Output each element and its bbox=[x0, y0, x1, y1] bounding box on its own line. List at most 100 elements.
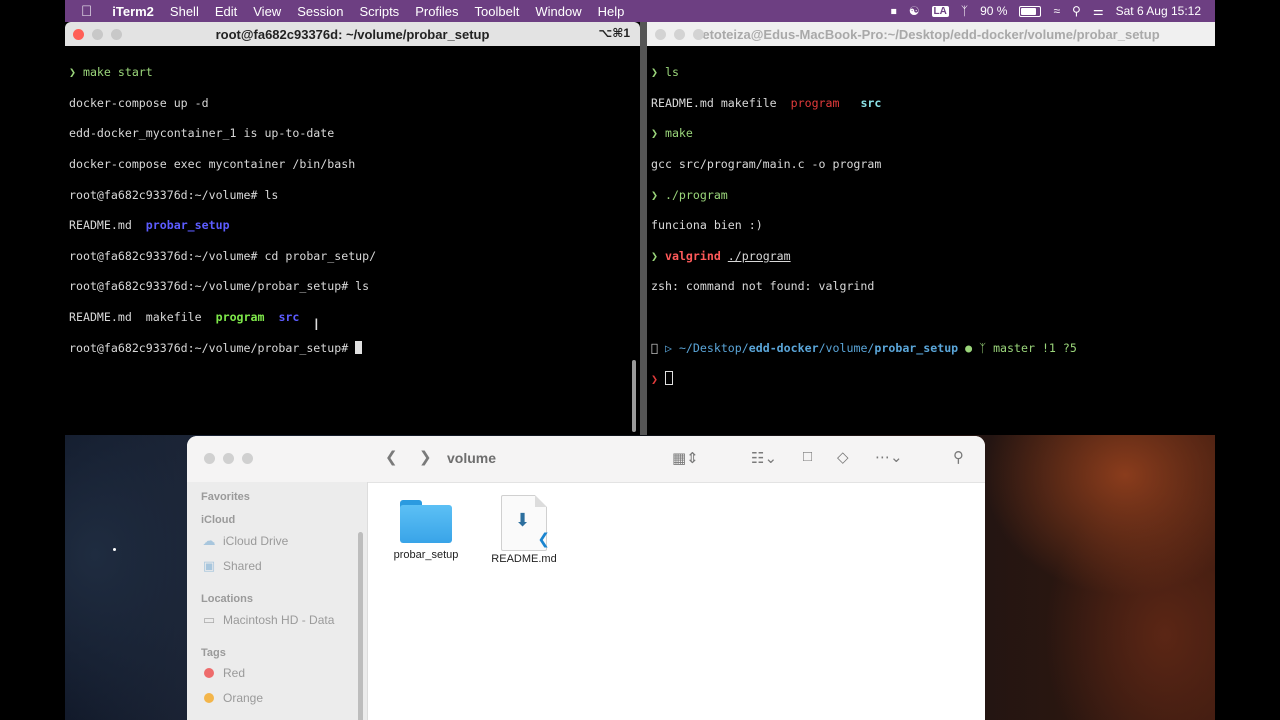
disk-icon: ▭ bbox=[202, 612, 216, 627]
file-readme: README.md bbox=[651, 95, 714, 110]
file-name: README.md bbox=[491, 553, 557, 565]
input-source-icon[interactable]: LA bbox=[931, 5, 949, 17]
terminal-line: edd-docker_mycontainer_1 is up-to-date bbox=[69, 126, 335, 141]
record-stop-icon[interactable]: ⏹ bbox=[891, 4, 897, 19]
bluetooth-icon[interactable]: ᛉ bbox=[961, 4, 968, 18]
terminal-right-output[interactable]: ❯ ls README.md makefile program src ❯ ma… bbox=[647, 46, 1215, 417]
terminal-line: README.md probar_setup bbox=[69, 218, 636, 233]
menu-datetime[interactable]: Sat 6 Aug 15:12 bbox=[1116, 4, 1201, 18]
terminal-right-titlebar[interactable]: etoteiza@Edus-MacBook-Pro:~/Desktop/edd-… bbox=[647, 22, 1215, 46]
back-icon[interactable]: ❮ bbox=[385, 448, 398, 466]
tag-orange-dot-icon bbox=[204, 693, 214, 703]
group-icon[interactable]: ☷⌄ bbox=[751, 449, 777, 467]
terminal-left-title: root@fa682c93376d: ~/volume/probar_setup bbox=[215, 26, 490, 42]
git-branch-icon: ᛉ bbox=[979, 340, 987, 355]
minimize-button[interactable] bbox=[223, 453, 234, 464]
folder-icon bbox=[398, 497, 454, 543]
sidebar-item-icloud-drive[interactable]: ☁ iCloud Drive bbox=[201, 533, 289, 549]
menu-help[interactable]: Help bbox=[590, 4, 633, 19]
tag-icon[interactable]: ◇ bbox=[837, 448, 849, 466]
search-icon[interactable]: ⚲ bbox=[1072, 4, 1081, 18]
terminal-line: root@fa682c93376d:~/volume/probar_setup# bbox=[69, 340, 636, 356]
sidebar-item-macintosh-hd[interactable]: ▭ Macintosh HD - Data bbox=[201, 612, 335, 628]
menu-shell[interactable]: Shell bbox=[162, 4, 207, 19]
share-icon[interactable]: □ bbox=[803, 448, 812, 465]
menu-app-name[interactable]: iTerm2 bbox=[104, 4, 162, 19]
file-item-probar-setup[interactable]: probar_setup bbox=[386, 497, 466, 561]
markdown-document-icon: ⬇ ❮ bbox=[501, 495, 550, 551]
minimize-button[interactable] bbox=[92, 29, 103, 40]
terminal-scrollbar[interactable] bbox=[632, 360, 636, 432]
terminal-window-right[interactable]: etoteiza@Edus-MacBook-Pro:~/Desktop/edd-… bbox=[647, 22, 1215, 435]
sidebar-item-tag-orange[interactable]: Orange bbox=[201, 691, 263, 705]
zoom-button[interactable] bbox=[693, 29, 704, 40]
command-text: ./program bbox=[664, 187, 728, 202]
terminal-line: gcc src/program/main.c -o program bbox=[651, 157, 882, 172]
finder-window[interactable]: ❮ ❯ volume ▦⇕ ☷⌄ □ ◇ ⋯⌄ ⚲ Favorites iClo… bbox=[187, 436, 985, 720]
terminal-line: ❯ valgrind ./program bbox=[651, 249, 1211, 264]
close-button[interactable] bbox=[655, 29, 666, 40]
sidebar-section-icloud: iCloud bbox=[201, 514, 236, 526]
file-makefile: makefile bbox=[145, 310, 202, 325]
sidebar-item-label: Red bbox=[223, 666, 246, 680]
path-prefix: ~/Desktop/ bbox=[678, 340, 749, 355]
forward-icon[interactable]: ❯ bbox=[419, 448, 432, 466]
menu-bar:  iTerm2 Shell Edit View Session Scripts… bbox=[65, 0, 1215, 22]
prompt-symbol: ❯ bbox=[651, 126, 658, 141]
menu-toolbelt[interactable]: Toolbelt bbox=[467, 4, 528, 19]
control-center-icon[interactable]: ⚌ bbox=[1093, 4, 1104, 18]
terminal-left-titlebar[interactable]: root@fa682c93376d: ~/volume/probar_setup… bbox=[65, 22, 640, 46]
command-text: ls bbox=[664, 65, 679, 80]
terminal-line:  ▷ ~/Desktop/edd-docker/volume/probar_s… bbox=[651, 341, 1211, 356]
file-makefile: makefile bbox=[720, 95, 777, 110]
minimize-button[interactable] bbox=[674, 29, 685, 40]
menu-window[interactable]: Window bbox=[527, 4, 589, 19]
zoom-button[interactable] bbox=[242, 453, 253, 464]
file-program: program bbox=[790, 95, 840, 110]
close-button[interactable] bbox=[73, 29, 84, 40]
file-name: probar_setup bbox=[393, 549, 459, 561]
icon-view-icon[interactable]: ▦⇕ bbox=[672, 449, 699, 467]
apple-icon[interactable]:  bbox=[65, 3, 104, 20]
split-pane-divider[interactable] bbox=[640, 22, 647, 435]
terminal-line: zsh: command not found: valgrind bbox=[651, 279, 875, 294]
terminal-line: funciona bien :) bbox=[651, 218, 763, 233]
status-tray: ⏹ ☯ LA ᛉ 90 % ≈ ⚲ ⚌ Sat 6 Aug 15:12 bbox=[891, 0, 1201, 22]
file-item-readme[interactable]: ⬇ ❮ README.md bbox=[484, 495, 564, 565]
prompt-symbol: ❯ bbox=[651, 372, 658, 387]
menu-session[interactable]: Session bbox=[289, 4, 351, 19]
prompt-symbol: ❯ bbox=[651, 248, 658, 263]
file-readme: README.md bbox=[69, 218, 132, 233]
terminal-line: root@fa682c93376d:~/volume/probar_setup#… bbox=[69, 279, 370, 294]
terminal-line: docker-compose up -d bbox=[69, 95, 209, 110]
wifi-icon[interactable]: ≈ bbox=[1053, 4, 1060, 18]
zoom-button[interactable] bbox=[111, 29, 122, 40]
folder-title: volume bbox=[447, 450, 497, 466]
finder-content[interactable]: probar_setup ⬇ ❮ README.md bbox=[368, 483, 985, 720]
menu-view[interactable]: View bbox=[245, 4, 289, 19]
terminal-left-output[interactable]: ❯ make start docker-compose up -d edd-do… bbox=[65, 46, 640, 387]
terminal-window-left[interactable]: root@fa682c93376d: ~/volume/probar_setup… bbox=[65, 22, 640, 435]
creative-cloud-icon[interactable]: ☯ bbox=[909, 4, 920, 18]
shared-folder-icon: ▣ bbox=[202, 558, 216, 573]
sidebar-scrollbar[interactable] bbox=[358, 532, 363, 720]
sidebar-item-label: Shared bbox=[223, 559, 262, 573]
terminal-line: root@fa682c93376d:~/volume# cd probar_se… bbox=[69, 248, 377, 263]
menu-scripts[interactable]: Scripts bbox=[351, 4, 407, 19]
sidebar-item-shared[interactable]: ▣ Shared bbox=[201, 558, 262, 574]
terminal-line: ❯ make start bbox=[69, 65, 636, 80]
battery-icon[interactable] bbox=[1019, 5, 1042, 17]
more-actions-icon[interactable]: ⋯⌄ bbox=[875, 448, 903, 466]
github-icon: ● bbox=[965, 340, 973, 355]
command-text: valgrind bbox=[664, 248, 721, 263]
dir-src: src bbox=[278, 310, 300, 325]
menu-profiles[interactable]: Profiles bbox=[407, 4, 466, 19]
git-status: master !1 ?5 bbox=[993, 340, 1077, 355]
sidebar-item-tag-red[interactable]: Red bbox=[201, 666, 245, 680]
close-button[interactable] bbox=[204, 453, 215, 464]
prompt-symbol: ❯ bbox=[69, 65, 76, 80]
menu-edit[interactable]: Edit bbox=[207, 4, 245, 19]
search-icon[interactable]: ⚲ bbox=[953, 448, 964, 466]
sidebar-item-label: Orange bbox=[223, 691, 264, 705]
wallpaper-star bbox=[113, 548, 116, 551]
